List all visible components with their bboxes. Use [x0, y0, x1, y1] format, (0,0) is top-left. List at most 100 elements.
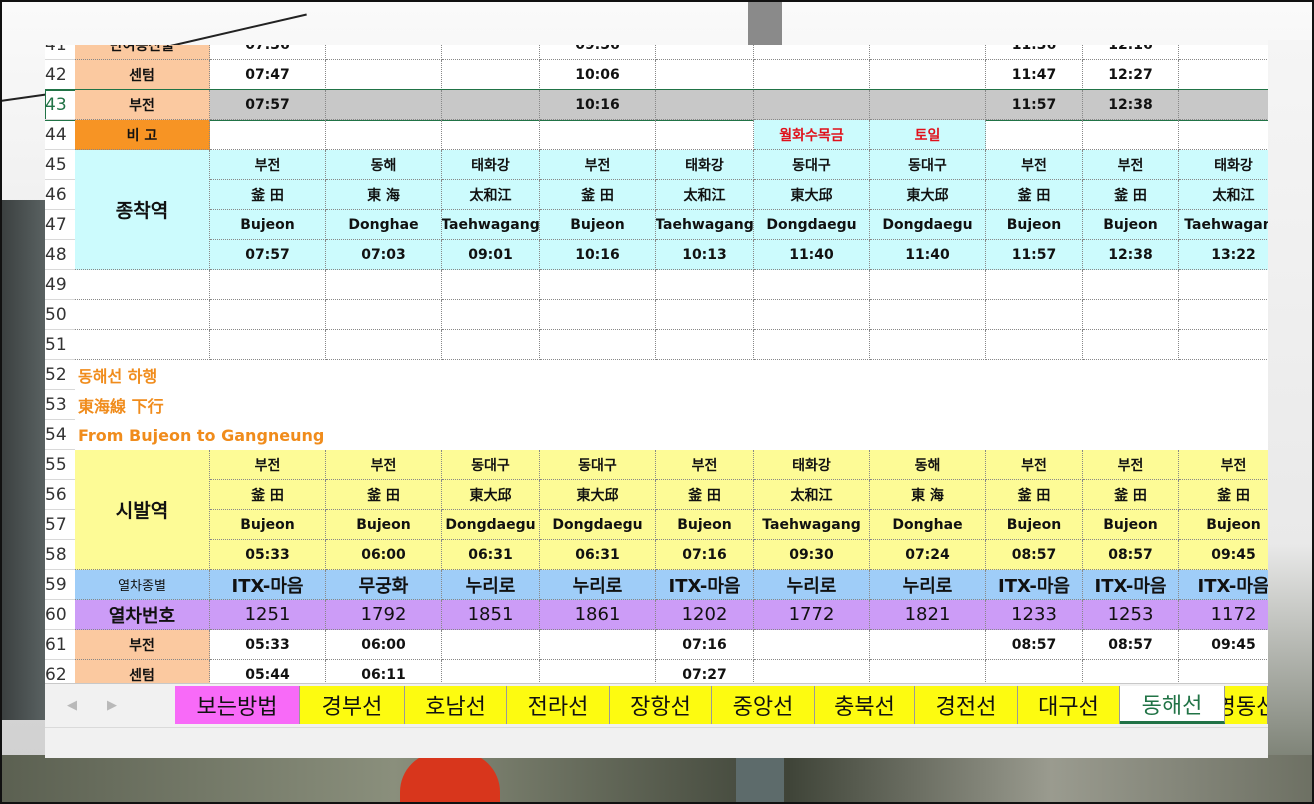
time-cell[interactable]: [1179, 90, 1268, 120]
origin-cell[interactable]: 釜 田: [656, 480, 754, 510]
empty-cell[interactable]: [1083, 330, 1179, 360]
origin-cell[interactable]: Bujeon: [1083, 510, 1179, 540]
terminal-cell[interactable]: 10:16: [540, 240, 656, 270]
train-type-cell[interactable]: 누리로: [540, 570, 656, 600]
sheet-tab-1[interactable]: 경부선: [300, 686, 405, 724]
origin-cell[interactable]: 07:24: [870, 540, 986, 570]
sheet-tab-7[interactable]: 경전선: [915, 686, 1018, 724]
empty-cell[interactable]: [656, 330, 754, 360]
row-label[interactable]: 부전: [75, 90, 210, 120]
empty-cell[interactable]: [326, 270, 442, 300]
section-title[interactable]: 東海線 下行: [78, 390, 164, 420]
terminal-cell[interactable]: Dongdaegu: [754, 210, 870, 240]
empty-cell[interactable]: [1083, 270, 1179, 300]
train-number-cell[interactable]: 1251: [210, 600, 326, 630]
row-number[interactable]: 61: [45, 630, 75, 660]
origin-cell[interactable]: 09:45: [1179, 540, 1268, 570]
row-number[interactable]: 55: [45, 450, 75, 480]
time-cell[interactable]: [870, 60, 986, 90]
row-label[interactable]: 비 고: [75, 120, 210, 150]
time-cell[interactable]: 05:33: [210, 630, 326, 660]
time-cell[interactable]: 08:57: [986, 630, 1083, 660]
time-cell[interactable]: 07:57: [210, 90, 326, 120]
row-number[interactable]: 50: [45, 300, 75, 330]
terminal-cell[interactable]: 부전: [1083, 150, 1179, 180]
terminal-station-label[interactable]: 종착역: [75, 150, 210, 270]
empty-cell[interactable]: [442, 270, 540, 300]
terminal-cell[interactable]: 07:57: [210, 240, 326, 270]
remark-cell[interactable]: [326, 120, 442, 150]
time-cell[interactable]: [1179, 45, 1268, 60]
time-cell[interactable]: [326, 90, 442, 120]
terminal-cell[interactable]: 동해: [326, 150, 442, 180]
time-cell[interactable]: [870, 90, 986, 120]
time-cell[interactable]: 07:16: [656, 630, 754, 660]
terminal-cell[interactable]: 07:03: [326, 240, 442, 270]
origin-cell[interactable]: 釜 田: [1083, 480, 1179, 510]
origin-cell[interactable]: 부전: [656, 450, 754, 480]
prev-sheet-button[interactable]: ◀: [67, 698, 77, 713]
train-number-cell[interactable]: 1851: [442, 600, 540, 630]
train-number-cell[interactable]: 1202: [656, 600, 754, 630]
origin-cell[interactable]: 부전: [986, 450, 1083, 480]
empty-cell[interactable]: [656, 270, 754, 300]
train-type-cell[interactable]: ITX-마음: [656, 570, 754, 600]
terminal-cell[interactable]: Taehwagang: [1179, 210, 1268, 240]
empty-cell[interactable]: [986, 330, 1083, 360]
time-cell[interactable]: [442, 90, 540, 120]
remark-cell[interactable]: [442, 120, 540, 150]
empty-cell[interactable]: [870, 330, 986, 360]
origin-cell[interactable]: 太和江: [754, 480, 870, 510]
time-cell[interactable]: 12:27: [1083, 60, 1179, 90]
time-cell[interactable]: 07:47: [210, 60, 326, 90]
row-number[interactable]: 54: [45, 420, 75, 450]
origin-cell[interactable]: 동대구: [540, 450, 656, 480]
time-cell[interactable]: 09:56: [540, 45, 656, 60]
origin-cell[interactable]: 東 海: [870, 480, 986, 510]
terminal-cell[interactable]: 10:13: [656, 240, 754, 270]
row-number[interactable]: 60: [45, 600, 75, 630]
terminal-cell[interactable]: 太和江: [656, 180, 754, 210]
row-number[interactable]: 47: [45, 210, 75, 240]
time-cell[interactable]: [326, 60, 442, 90]
origin-cell[interactable]: 釜 田: [1179, 480, 1268, 510]
empty-cell[interactable]: [1179, 300, 1268, 330]
origin-cell[interactable]: 동대구: [442, 450, 540, 480]
sheet-tab-2[interactable]: 호남선: [405, 686, 507, 724]
train-number-cell[interactable]: 1792: [326, 600, 442, 630]
sheet-tab-0[interactable]: 보는방법: [175, 686, 300, 724]
origin-cell[interactable]: 東大邱: [540, 480, 656, 510]
time-cell[interactable]: [656, 90, 754, 120]
time-cell[interactable]: 10:16: [540, 90, 656, 120]
row-number[interactable]: 57: [45, 510, 75, 540]
row-number[interactable]: 56: [45, 480, 75, 510]
terminal-cell[interactable]: 釜 田: [986, 180, 1083, 210]
empty-cell[interactable]: [442, 300, 540, 330]
sheet-tab-9[interactable]: 동해선: [1120, 686, 1225, 724]
next-sheet-button[interactable]: ▶: [107, 698, 117, 713]
origin-cell[interactable]: 부전: [1083, 450, 1179, 480]
empty-cell[interactable]: [656, 300, 754, 330]
terminal-cell[interactable]: 12:38: [1083, 240, 1179, 270]
origin-cell[interactable]: 부전: [1179, 450, 1268, 480]
remark-cell[interactable]: [986, 120, 1083, 150]
train-type-cell[interactable]: 누리로: [442, 570, 540, 600]
terminal-cell[interactable]: Dongdaegu: [870, 210, 986, 240]
origin-cell[interactable]: 釜 田: [210, 480, 326, 510]
origin-cell[interactable]: 07:16: [656, 540, 754, 570]
terminal-cell[interactable]: 東 海: [326, 180, 442, 210]
sheet-tab-5[interactable]: 중앙선: [712, 686, 815, 724]
terminal-cell[interactable]: Taehwagang: [656, 210, 754, 240]
empty-cell[interactable]: [75, 270, 210, 300]
time-cell[interactable]: 11:57: [986, 90, 1083, 120]
origin-cell[interactable]: Bujeon: [326, 510, 442, 540]
time-cell[interactable]: [1179, 60, 1268, 90]
time-cell[interactable]: [540, 630, 656, 660]
origin-cell[interactable]: Dongdaegu: [442, 510, 540, 540]
sheet-tab-6[interactable]: 충북선: [815, 686, 915, 724]
empty-cell[interactable]: [75, 330, 210, 360]
remark-cell[interactable]: [540, 120, 656, 150]
row-number[interactable]: 42: [45, 60, 75, 90]
terminal-cell[interactable]: Taehwagang: [442, 210, 540, 240]
origin-cell[interactable]: Bujeon: [986, 510, 1083, 540]
